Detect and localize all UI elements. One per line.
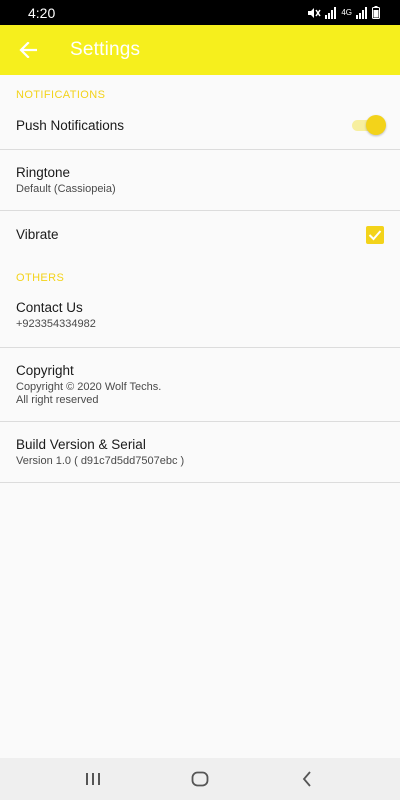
home-button[interactable] [170,758,230,800]
app-bar: Settings [0,25,400,75]
pref-title: Contact Us [16,300,83,315]
ringtone-pref[interactable]: Ringtone Default (Cassiopeia) [0,150,400,211]
navigation-bar [0,758,400,800]
page-title: Settings [70,39,141,60]
system-back-button[interactable] [277,758,337,800]
check-icon [368,229,382,240]
build-version-pref[interactable]: Build Version & Serial Version 1.0 ( d91… [0,422,400,483]
back-button[interactable] [0,25,55,75]
vibrate-checkbox[interactable] [366,225,384,244]
contact-us-pref[interactable]: Contact Us +923354334982 [0,284,400,348]
network-type: 4G [341,7,352,17]
recents-icon [86,773,101,785]
pref-title: Build Version & Serial [16,436,146,452]
home-icon [191,771,209,787]
back-icon [302,771,311,787]
section-header-others: OTHERS [16,272,65,284]
mute-vibrate-icon [308,7,321,18]
copyright-pref[interactable]: Copyright Copyright © 2020 Wolf Techs. A… [0,348,400,422]
pref-summary: +923354334982 [16,318,96,330]
pref-summary: Copyright © 2020 Wolf Techs. All right r… [16,380,162,406]
pref-title: Push Notifications [16,117,125,133]
push-notifications-switch[interactable] [350,115,386,135]
recents-button[interactable] [63,758,123,800]
status-icons: 4G [307,6,380,19]
status-bar: 4:20 4G [0,0,400,25]
section-header-notifications: NOTIFICATIONS [16,89,106,101]
signal-icon [356,6,367,19]
vibrate-pref[interactable]: Vibrate [0,211,400,258]
arrow-back-icon [18,42,37,58]
pref-title: Copyright [16,362,74,378]
battery-icon [372,6,380,19]
signal-icon [325,6,337,19]
switch-thumb [366,115,386,135]
pref-summary: Version 1.0 ( d91c7d5dd7507ebc ) [16,454,185,467]
settings-list: NOTIFICATIONS Push Notifications Rington… [0,75,400,483]
pref-title: Vibrate [16,227,59,242]
pref-summary: Default (Cassiopeia) [16,182,116,195]
push-notifications-pref[interactable]: Push Notifications [0,101,400,150]
status-time: 4:20 [28,4,56,21]
pref-title: Ringtone [16,164,71,180]
